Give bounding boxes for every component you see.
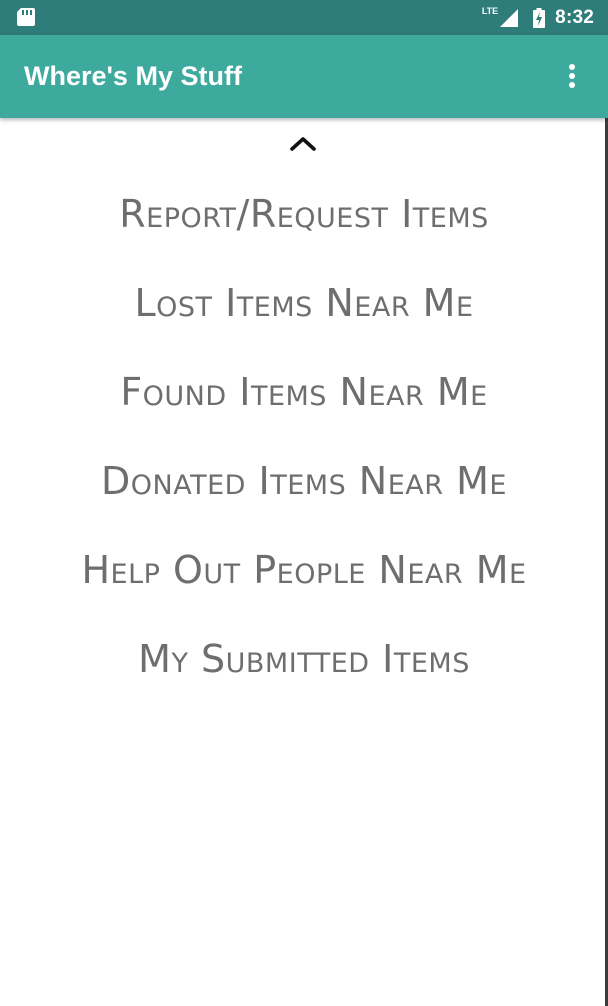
menu-list: Report/Request Items Lost Items Near Me … xyxy=(0,186,608,720)
overflow-menu-button[interactable] xyxy=(554,58,590,94)
status-icons: LTE 8:32 xyxy=(482,0,594,35)
status-bar: LTE 8:32 xyxy=(0,0,608,35)
clock-time: 8:32 xyxy=(555,6,594,28)
menu-item-found-items[interactable]: Found Items Near Me xyxy=(0,364,608,453)
app-toolbar: Where's My Stuff xyxy=(0,35,608,118)
chevron-up-icon[interactable] xyxy=(289,135,317,153)
menu-item-report-request-items[interactable]: Report/Request Items xyxy=(0,186,608,275)
more-vert-icon xyxy=(569,64,575,88)
app-screen: LTE 8:32 Where's My Stuff Report/Request… xyxy=(0,0,608,1006)
app-title: Where's My Stuff xyxy=(24,61,242,91)
menu-item-donated-items[interactable]: Donated Items Near Me xyxy=(0,453,608,542)
sd-card-icon xyxy=(17,8,35,26)
menu-item-lost-items[interactable]: Lost Items Near Me xyxy=(0,275,608,364)
main-menu: Report/Request Items Lost Items Near Me … xyxy=(0,118,608,1006)
signal-icon xyxy=(500,8,519,27)
menu-item-help-out-people[interactable]: Help Out People Near Me xyxy=(0,542,608,631)
menu-item-my-submitted-items[interactable]: My Submitted Items xyxy=(0,631,608,720)
network-type-label: LTE xyxy=(481,5,499,16)
battery-charging-icon xyxy=(533,7,546,28)
